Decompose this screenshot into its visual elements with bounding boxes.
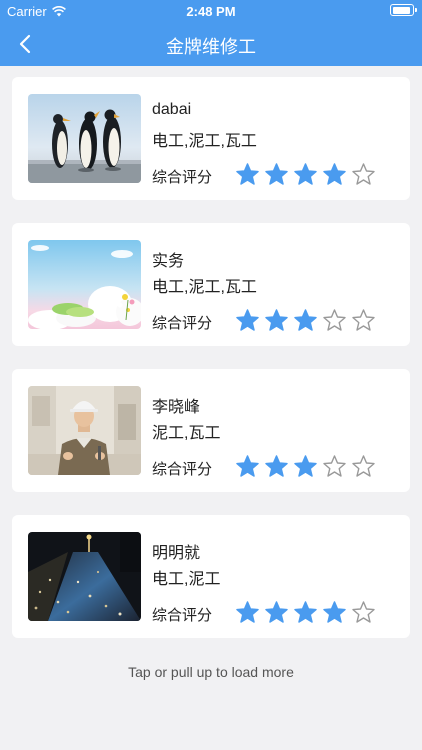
star-empty-icon	[352, 163, 375, 185]
worker-photo	[28, 386, 141, 475]
load-more-button[interactable]: Tap or pull up to load more	[0, 664, 422, 680]
worker-portrait-photo	[28, 386, 141, 475]
star-filled-icon	[294, 601, 317, 623]
star-filled-icon	[294, 455, 317, 477]
page-title: 金牌维修工	[166, 37, 256, 57]
battery-icon	[390, 4, 417, 16]
status-time: 2:48 PM	[186, 4, 236, 19]
star-filled-icon	[323, 601, 346, 623]
rating-stars	[235, 454, 376, 479]
rating-stars	[235, 308, 376, 333]
worker-photo	[28, 94, 141, 183]
star-filled-icon	[236, 309, 259, 331]
worker-list: dabai 电工,泥工,瓦工 综合评分 实务 电工,泥工,瓦工 综合评分 李晓峰…	[12, 77, 410, 661]
worker-card[interactable]: 明明就 电工,泥工 综合评分	[12, 515, 410, 638]
worker-skills: 电工,泥工,瓦工	[152, 133, 257, 150]
status-bar: Carrier 2:48 PM	[0, 0, 422, 22]
worker-skills: 泥工,瓦工	[152, 425, 221, 442]
worker-skills: 电工,泥工,瓦工	[152, 279, 257, 296]
star-empty-icon	[352, 455, 375, 477]
star-filled-icon	[236, 601, 259, 623]
worker-card[interactable]: 实务 电工,泥工,瓦工 综合评分	[12, 223, 410, 346]
rating-label: 综合评分	[152, 315, 213, 332]
star-filled-icon	[265, 163, 288, 185]
penguins-photo	[28, 94, 141, 183]
night-street-photo	[28, 532, 141, 621]
star-filled-icon	[236, 163, 259, 185]
rating-label: 综合评分	[152, 169, 213, 186]
sky-clouds-illustration	[28, 240, 141, 329]
star-filled-icon	[294, 163, 317, 185]
star-empty-icon	[323, 309, 346, 331]
star-filled-icon	[236, 455, 259, 477]
rating-stars	[235, 162, 376, 187]
star-filled-icon	[265, 309, 288, 331]
worker-name: 明明就	[152, 545, 201, 562]
worker-card[interactable]: 李晓峰 泥工,瓦工 综合评分	[12, 369, 410, 492]
nav-bar: 金牌维修工	[0, 22, 422, 66]
star-filled-icon	[323, 163, 346, 185]
rating-label: 综合评分	[152, 607, 213, 624]
worker-skills: 电工,泥工	[152, 571, 221, 588]
worker-photo	[28, 240, 141, 329]
star-filled-icon	[265, 601, 288, 623]
rating-label: 综合评分	[152, 461, 213, 478]
worker-name: 实务	[152, 253, 185, 270]
rating-stars	[235, 600, 376, 625]
star-filled-icon	[294, 309, 317, 331]
star-filled-icon	[265, 455, 288, 477]
star-empty-icon	[352, 601, 375, 623]
worker-name: dabai	[152, 101, 192, 118]
worker-photo	[28, 532, 141, 621]
worker-name: 李晓峰	[152, 399, 201, 416]
star-empty-icon	[323, 455, 346, 477]
star-empty-icon	[352, 309, 375, 331]
worker-card[interactable]: dabai 电工,泥工,瓦工 综合评分	[12, 77, 410, 200]
